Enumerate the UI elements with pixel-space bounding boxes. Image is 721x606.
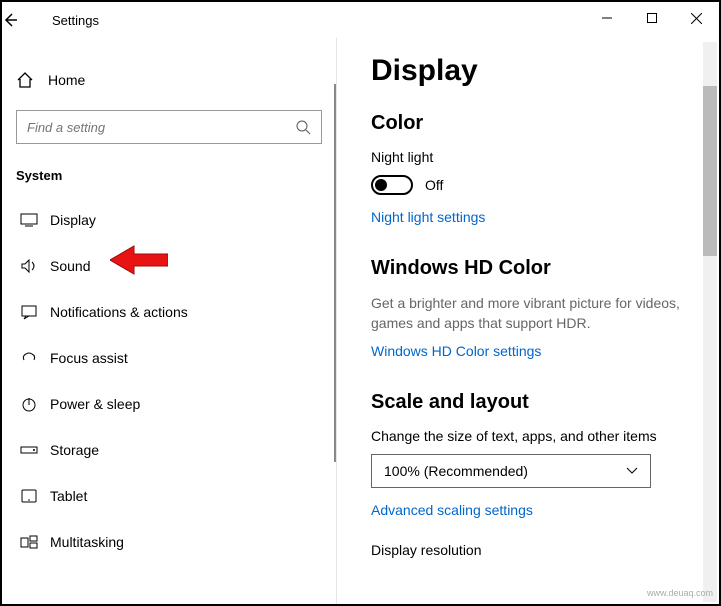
- night-light-state: Off: [425, 177, 443, 193]
- home-label: Home: [48, 72, 85, 88]
- hd-color-settings-link[interactable]: Windows HD Color settings: [371, 343, 541, 359]
- scale-select[interactable]: 100% (Recommended): [371, 454, 651, 488]
- multitasking-icon: [16, 534, 42, 550]
- main-panel: Display Color Night light Off Night ligh…: [337, 38, 719, 604]
- page-title: Display: [371, 54, 689, 88]
- nav-multitasking[interactable]: Multitasking: [16, 519, 322, 565]
- sound-icon: [16, 258, 42, 274]
- hd-color-heading: Windows HD Color: [371, 257, 689, 280]
- search-input[interactable]: [27, 120, 295, 135]
- sidebar-scroll-indicator: [334, 84, 336, 462]
- close-button[interactable]: [674, 2, 719, 34]
- watermark: www.deuaq.com: [647, 588, 713, 598]
- search-icon: [295, 119, 311, 135]
- maximize-button[interactable]: [629, 2, 674, 34]
- tablet-icon: [16, 488, 42, 504]
- home-icon: [16, 71, 42, 89]
- nav-sound[interactable]: Sound: [16, 243, 322, 289]
- night-light-label: Night light: [371, 149, 689, 165]
- color-heading: Color: [371, 112, 689, 135]
- window-title: Settings: [52, 13, 99, 28]
- display-resolution-label: Display resolution: [371, 542, 689, 558]
- home-nav[interactable]: Home: [16, 60, 322, 100]
- sidebar: Home System Display Sound Notifications …: [2, 38, 337, 604]
- advanced-scaling-link[interactable]: Advanced scaling settings: [371, 502, 533, 518]
- night-light-settings-link[interactable]: Night light settings: [371, 209, 485, 225]
- power-icon: [16, 396, 42, 412]
- notifications-icon: [16, 304, 42, 320]
- nav-power-sleep[interactable]: Power & sleep: [16, 381, 322, 427]
- nav-focus-assist[interactable]: Focus assist: [16, 335, 322, 381]
- category-heading: System: [16, 168, 322, 183]
- nav-notifications[interactable]: Notifications & actions: [16, 289, 322, 335]
- minimize-button[interactable]: [584, 2, 629, 34]
- back-button[interactable]: [2, 12, 42, 28]
- nav-display[interactable]: Display: [16, 197, 322, 243]
- scrollbar-thumb[interactable]: [703, 86, 717, 256]
- nav-tablet[interactable]: Tablet: [16, 473, 322, 519]
- search-box[interactable]: [16, 110, 322, 144]
- storage-icon: [16, 444, 42, 456]
- scale-value: 100% (Recommended): [384, 463, 528, 479]
- nav-storage[interactable]: Storage: [16, 427, 322, 473]
- scale-label: Change the size of text, apps, and other…: [371, 428, 689, 444]
- chevron-down-icon: [626, 467, 638, 475]
- focus-assist-icon: [16, 350, 42, 366]
- display-icon: [16, 212, 42, 228]
- night-light-toggle[interactable]: [371, 175, 413, 195]
- hd-color-desc: Get a brighter and more vibrant picture …: [371, 294, 689, 333]
- scale-heading: Scale and layout: [371, 391, 689, 414]
